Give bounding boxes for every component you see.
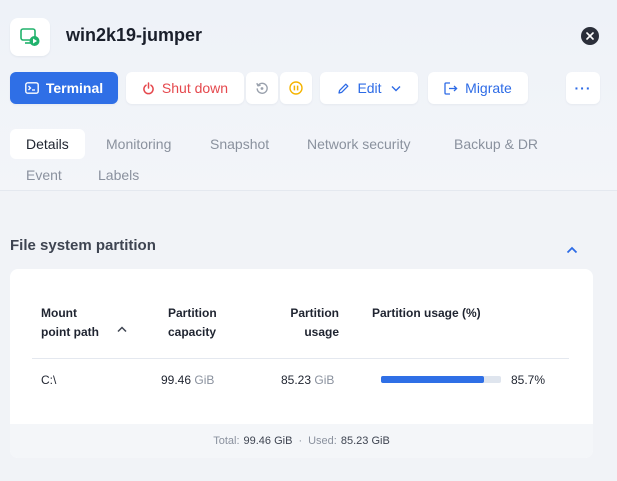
more-button[interactable]: ···	[566, 72, 600, 104]
shutdown-button[interactable]: Shut down	[126, 72, 244, 104]
header-partition-usage: Partition usage	[279, 304, 339, 342]
header-divider	[32, 358, 569, 359]
divider	[0, 190, 617, 191]
header-mount-line2: point path	[41, 325, 99, 339]
pause-icon	[289, 81, 303, 95]
used-value: 85.23 GiB	[340, 435, 390, 447]
header-mount-line1: Mount	[41, 306, 77, 320]
sort-asc-icon[interactable]	[117, 320, 127, 338]
header-mount-point[interactable]: Mount point path	[41, 304, 99, 342]
terminal-icon	[24, 82, 39, 94]
migrate-button[interactable]: Migrate	[428, 72, 528, 104]
total-label: Total:	[213, 435, 240, 447]
cell-mount: C:\	[41, 373, 57, 387]
tab-details[interactable]: Details	[10, 129, 85, 159]
vm-console-icon	[10, 18, 50, 56]
terminal-label: Terminal	[45, 80, 104, 96]
tab-event[interactable]: Event	[10, 160, 78, 190]
cell-usage: 85.23 GiB	[281, 373, 334, 387]
toolbar: Terminal Shut down Edit Migrate ···	[0, 72, 617, 104]
migrate-icon	[444, 81, 458, 95]
summary-separator: ·	[298, 435, 303, 447]
cell-capacity: 99.46 GiB	[161, 373, 214, 387]
chevron-down-icon	[391, 85, 401, 91]
usage-unit: GiB	[314, 373, 335, 387]
pause-button[interactable]	[280, 72, 312, 104]
pencil-icon	[338, 83, 349, 94]
tab-snapshot[interactable]: Snapshot	[194, 129, 285, 159]
header-partition-capacity: Partition capacity	[168, 304, 217, 342]
total-value: 99.46 GiB	[243, 435, 293, 447]
restart-button[interactable]	[246, 72, 278, 104]
tab-network-security[interactable]: Network security	[291, 129, 426, 159]
terminal-button[interactable]: Terminal	[10, 72, 118, 104]
close-icon[interactable]	[581, 27, 599, 45]
header-capacity-line2: capacity	[168, 325, 217, 339]
usage-progress-bar	[381, 376, 501, 383]
migrate-label: Migrate	[465, 80, 512, 96]
header-usage-line2: usage	[304, 325, 339, 339]
header-usage-line1: Partition	[290, 306, 339, 320]
cell-usage-pct: 85.7%	[511, 373, 546, 387]
capacity-unit: GiB	[194, 373, 215, 387]
power-icon	[143, 81, 154, 94]
table-summary: Total: 99.46 GiB · Used: 85.23 GiB	[10, 424, 593, 458]
header-capacity-line1: Partition	[168, 306, 217, 320]
restart-icon	[256, 82, 268, 94]
header-partition-usage-pct: Partition usage (%)	[372, 306, 481, 320]
shutdown-label: Shut down	[161, 80, 229, 96]
usage-value: 85.23	[281, 373, 312, 387]
partition-table: Mount point path Partition capacity Part…	[10, 269, 593, 458]
used-label: Used:	[308, 435, 337, 447]
page-title: win2k19-jumper	[66, 25, 203, 45]
chevron-up-icon[interactable]	[566, 241, 578, 259]
edit-button[interactable]: Edit	[320, 72, 418, 104]
capacity-value: 99.46	[161, 373, 192, 387]
edit-label: Edit	[357, 80, 382, 96]
section-title: File system partition	[10, 237, 156, 254]
usage-progress-fill	[381, 376, 484, 383]
tab-monitoring[interactable]: Monitoring	[90, 129, 187, 159]
tab-labels[interactable]: Labels	[82, 160, 155, 190]
tab-backup-dr[interactable]: Backup & DR	[438, 129, 554, 159]
